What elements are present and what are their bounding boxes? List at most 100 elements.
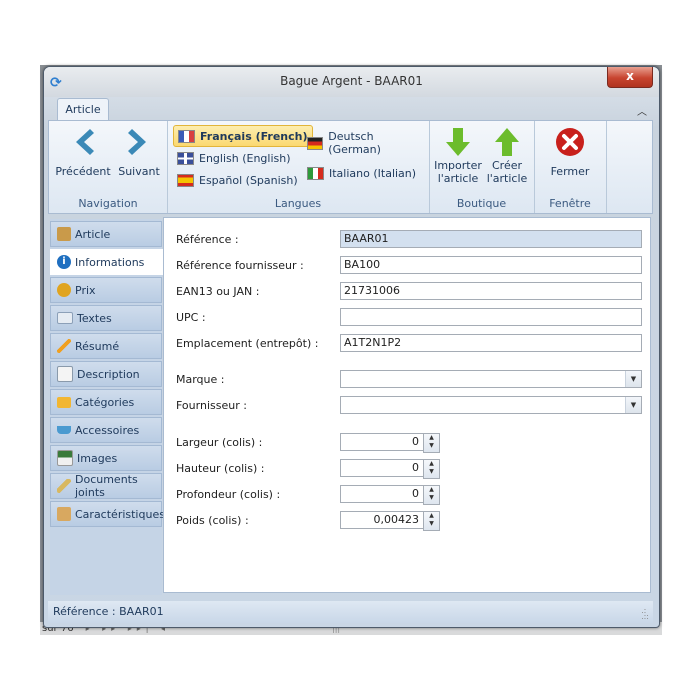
import-article-button[interactable]: Importer l'article [433,125,483,185]
sidebar-item-label: Accessoires [75,423,140,437]
close-label: Fermer [550,165,590,178]
image-file-icon [57,450,73,466]
paperclip-icon [57,479,71,493]
lang-french[interactable]: Français (French) [173,125,313,147]
chevron-right-icon [113,125,165,159]
lang-italian[interactable]: Italiano (Italian) [303,163,420,183]
import-label-1: Importer [434,159,482,172]
info-icon: i [57,255,71,269]
lang-spanish[interactable]: Español (Spanish) [173,170,302,190]
tab-article[interactable]: Article [57,98,109,121]
sidebar-item-images[interactable]: Images [50,445,162,471]
sidebar-item-documents-joints[interactable]: Documents joints [50,473,162,499]
book-icon [57,312,73,324]
sidebar-item-label: Article [75,227,111,241]
sidebar-item-prix[interactable]: Prix [50,277,162,303]
label-emplacement: Emplacement (entrepôt) : [176,337,319,350]
label-hauteur: Hauteur (colis) : [176,462,265,475]
label-marque: Marque : [176,373,225,386]
reference-field[interactable]: BAAR01 [340,230,642,248]
lang-label: Deutsch (German) [328,130,381,156]
flag-es-icon [177,173,194,187]
spin-arrows-icon[interactable]: ▲ ▼ [423,459,440,479]
box-icon [57,227,71,241]
lang-label: Français (French) [200,129,308,143]
chevron-down-icon[interactable]: ▼ [625,397,641,413]
lang-german[interactable]: Deutsch (German) [303,130,429,156]
label-reference: Référence : [176,233,239,246]
sidebar-item-label: Documents joints [75,473,138,499]
lang-label: English (English) [199,151,291,165]
group-label-boutique: Boutique [456,197,507,210]
label-profondeur: Profondeur (colis) : [176,488,281,501]
ribbon-group-langues: Français (French) English (English) Espa… [167,121,430,213]
emplacement-field[interactable]: A1T2N1P2 [340,334,642,352]
create-label-2: l'article [486,172,528,185]
label-poids: Poids (colis) : [176,514,249,527]
chevron-up-icon[interactable]: ︿ [637,103,647,118]
basket-icon [57,426,71,434]
profondeur-value: 0 [412,487,419,500]
create-label-1: Créer [491,159,523,172]
sidebar-item-label: Résumé [75,339,120,353]
largeur-stepper[interactable]: 0 ▲ ▼ [340,433,440,453]
poids-value: 0,00423 [373,513,420,526]
sidebar-item-description[interactable]: Description [50,361,162,387]
profondeur-stepper[interactable]: 0 ▲ ▼ [340,485,440,505]
pencil-icon [57,339,71,353]
next-button[interactable]: Suivant [113,125,165,178]
import-label-2: l'article [437,172,479,185]
ruler-icon [57,507,71,521]
informations-panel: Référence : BAAR01 Référence fournisseur… [163,217,651,593]
previous-button[interactable]: Précédent [53,125,113,178]
group-label-navigation: Navigation [78,197,138,210]
previous-label: Précédent [55,165,111,178]
arrow-up-icon [483,125,531,159]
spin-arrows-icon[interactable]: ▲ ▼ [423,511,440,531]
upc-field[interactable] [340,308,642,326]
sidebar-item-caracteristiques[interactable]: Caractéristiques [50,501,165,527]
close-article-button[interactable]: Fermer [540,125,600,178]
sidebar-item-label: Textes [77,311,112,325]
create-article-button[interactable]: Créer l'article [483,125,531,185]
coins-icon [57,283,71,297]
sidebar-item-label: Description [77,367,140,381]
marque-select[interactable]: ▼ [340,370,642,388]
chevron-down-icon[interactable]: ▼ [625,371,641,387]
largeur-value: 0 [412,435,419,448]
window-close-button[interactable]: x [607,67,653,88]
sidebar-item-label: Prix [75,283,96,297]
group-label-fenetre: Fenêtre [549,197,591,210]
document-edit-icon [57,366,73,382]
lang-label: Español (Spanish) [199,173,298,187]
status-text: Référence : BAAR01 [53,605,164,618]
label-ref-fournisseur: Référence fournisseur : [176,259,304,272]
spin-arrows-icon[interactable]: ▲ ▼ [423,485,440,505]
arrow-down-icon [433,125,483,159]
poids-stepper[interactable]: 0,00423 ▲ ▼ [340,511,440,531]
ribbon-group-boutique: Importer l'article Créer l'article Bouti… [429,121,535,213]
sidebar: Article i Informations Prix Textes Résumé… [50,219,166,595]
sidebar-item-label: Informations [75,255,145,269]
sidebar-item-informations[interactable]: i Informations [50,249,166,275]
fournisseur-select[interactable]: ▼ [340,396,642,414]
sidebar-item-article[interactable]: Article [50,221,162,247]
hauteur-stepper[interactable]: 0 ▲ ▼ [340,459,440,479]
flag-it-icon [307,166,324,180]
chevron-left-icon [53,125,113,159]
sidebar-item-accessoires[interactable]: Accessoires [50,417,162,443]
ref-fournisseur-field[interactable]: BA100 [340,256,642,274]
ribbon-group-fenetre: Fermer Fenêtre [534,121,607,213]
sidebar-item-categories[interactable]: Catégories [50,389,162,415]
label-upc: UPC : [176,311,206,324]
label-fournisseur: Fournisseur : [176,399,247,412]
sidebar-item-label: Catégories [75,395,135,409]
ean-field[interactable]: 21731006 [340,282,642,300]
sidebar-item-textes[interactable]: Textes [50,305,162,331]
sidebar-item-resume[interactable]: Résumé [50,333,162,359]
spin-arrows-icon[interactable]: ▲ ▼ [423,433,440,453]
lang-english[interactable]: English (English) [173,148,295,168]
title-bar: ⟳ Bague Argent - BAAR01 x [44,67,659,97]
label-largeur: Largeur (colis) : [176,436,263,449]
resize-grip-icon[interactable]: .:.:: [641,607,649,621]
